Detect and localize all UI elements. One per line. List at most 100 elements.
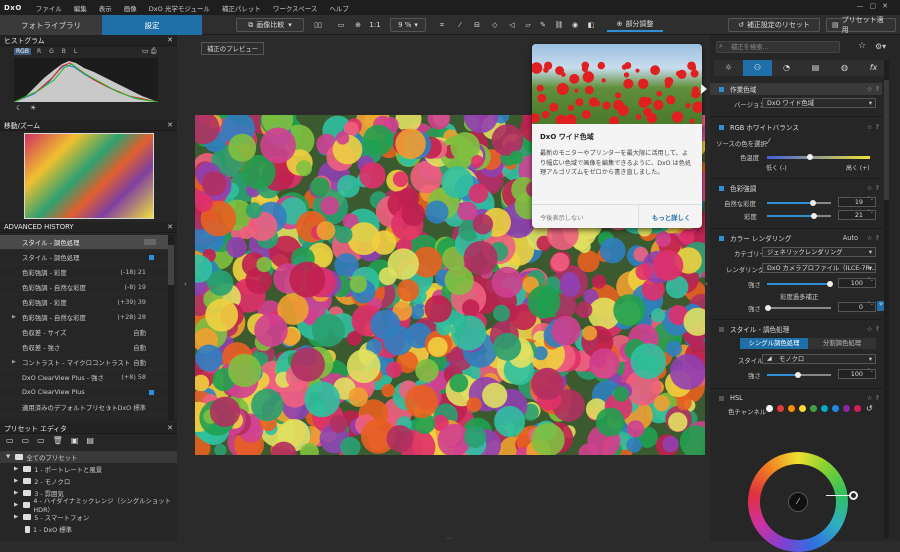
expand-arrow-icon[interactable]: ▶ [14,478,18,484]
history-row[interactable]: スタイル - 調色処理 [0,235,168,250]
apply-preset-button[interactable]: ▤ プリセット適用 [826,16,896,34]
close-icon[interactable]: ✕ [167,121,173,129]
zoom-select[interactable]: 9 % ▾ [390,18,426,32]
expand-arrow-icon[interactable]: ▶ [14,466,18,472]
window-controls[interactable]: —▢✕ [857,2,894,10]
history-row[interactable]: DxO ClearView Plus [0,385,168,400]
history-row[interactable]: 適用済みのデフォルトプリセット 1 - DxO 標準 [0,400,168,415]
tooltip-more-link[interactable]: もっと詳しく [652,213,690,222]
menu-file[interactable]: ファイル [30,3,68,13]
saturation-slider[interactable] [767,213,831,219]
section-toggle[interactable] [719,86,724,92]
eyedropper-icon[interactable]: ⁄ [454,18,466,32]
history-row[interactable]: ▶ コントラスト - マイクロコントラスト 自動 [0,355,168,370]
expand-arrow-icon[interactable]: ▶ [14,490,18,496]
menu-help[interactable]: ヘルプ [323,3,355,13]
section-working-space[interactable]: 作業色域 ☆? [710,83,882,95]
slider-knob[interactable] [827,281,833,287]
oversat-strength-value[interactable]: 0 [838,302,876,312]
oversat-strength-slider[interactable] [765,305,831,311]
menu-palettes[interactable]: 補正パレット [216,3,267,13]
hsl-channel-dot[interactable] [810,405,817,412]
tab-watermark-icon[interactable]: ◍ [830,60,859,76]
tab-detail-icon[interactable]: ◔ [772,60,801,76]
zoom-1to1[interactable]: 1:1 [368,18,382,32]
link-icon[interactable]: ⛓ [553,18,565,32]
section-icons[interactable]: ☆? [867,234,882,242]
repair-icon[interactable]: ✎ [537,18,549,32]
section-icons[interactable]: ☆? [867,123,882,131]
tab-photo-library[interactable]: フォトライブラリ [0,15,102,35]
search-input[interactable]: 補正を検索… [716,41,840,53]
preset-item[interactable]: ▶ 1 - ポートレートと風景 [14,463,174,475]
channel-b[interactable]: B [60,48,68,55]
wheel-eyedropper-icon[interactable]: ⁄ [788,492,808,512]
preset-item[interactable]: ▶ 4 - ハイダイナミックレンジ（シングルショットHDR） [14,497,174,514]
version-dropdown[interactable]: DxO ワイド色域 [762,98,876,108]
section-icons[interactable]: ☆? [867,85,882,93]
preview-label[interactable]: 補正のプレビュー [201,42,265,55]
preset-root-row[interactable]: ▼ 全てのプリセット [0,451,177,463]
rectangle-perspective-icon[interactable]: ▱ [521,18,535,32]
settings-icon[interactable]: ⚙▾ [875,42,886,51]
reset-channel-icon[interactable]: ↺ [866,404,873,413]
style-strength-value[interactable]: 100 [838,369,876,379]
tab-light-icon[interactable]: ☼ [714,60,743,76]
hsl-channel-dot[interactable] [854,405,861,412]
wheel-handle[interactable] [849,491,858,500]
eyedropper-icon[interactable]: ⁄ [768,137,769,146]
history-row[interactable]: ▶ 色彩強調 - 自然な彩度 (+28) 28 [0,310,168,325]
slider-knob[interactable] [765,305,771,311]
moon-icon[interactable]: ☾ [16,104,22,112]
tab-color-icon[interactable]: ⚇ [743,60,772,76]
saturation-value[interactable]: 21 [838,210,876,220]
channel-r[interactable]: R [35,48,43,55]
menu-edit[interactable]: 編集 [68,3,93,13]
style-dropdown[interactable]: モノクロ [762,354,876,364]
close-icon[interactable]: ✕ [167,36,173,44]
hsl-channel-dot[interactable] [777,405,784,412]
single-toning-tab[interactable]: シングル調色処理 [740,338,808,349]
menu-view[interactable]: 表示 [93,3,118,13]
reset-button[interactable]: ↺ 補正設定のリセット [728,18,820,32]
hsl-channel-dot[interactable] [799,405,806,412]
section-toggle[interactable] [719,235,724,241]
section-icons[interactable]: ☆? [867,325,882,333]
section-white-balance[interactable]: RGB ホワイトバランス ☆? [710,121,882,133]
expand-arrow-icon[interactable]: ▶ [12,359,16,365]
expand-arrow-icon[interactable]: ▶ [14,502,18,508]
slider-knob[interactable] [810,213,817,219]
monitor-icon[interactable]: ▭ ⎙ [142,47,156,56]
local-adjust-button[interactable]: ⊕ 部分調整 [607,18,663,32]
section-style-toning[interactable]: スタイル - 調色処理 ☆? [710,323,882,335]
zoom-plus-icon[interactable]: ⊕ [352,18,364,32]
auto-label[interactable]: Auto [843,234,858,242]
hsl-channel-dot[interactable] [843,405,850,412]
section-hsl[interactable]: HSL ☆? [710,392,882,404]
close-icon[interactable]: ✕ [167,424,173,432]
temperature-slider[interactable] [767,154,870,160]
section-color-accent[interactable]: 色彩強調 ☆? [710,182,882,194]
rendering-dropdown[interactable]: DxO カメラプロファイル（ILCE-7R... [762,263,876,273]
section-toggle[interactable] [719,124,724,130]
fit-icon[interactable]: ▭ [334,18,348,32]
favorite-star-icon[interactable]: ☆ [858,41,866,51]
channel-rgb[interactable]: RGB [14,48,31,55]
channel-g[interactable]: G [47,48,56,55]
split-toning-tab[interactable]: 分割調色処理 [808,338,876,349]
right-scrollbar[interactable] [884,60,889,538]
menu-workspace[interactable]: ワークスペース [267,3,324,13]
preset-item[interactable]: ▶ 2 - モノクロ [14,475,174,487]
slider-knob[interactable] [807,154,813,160]
history-row[interactable]: 色彩強調 - 彩度 (-18) 21 [0,265,168,280]
navigator-thumbnail[interactable] [24,133,154,219]
section-color-rendering[interactable]: カラー レンダリング Auto ☆? [710,232,882,244]
history-row[interactable]: 色彩強調 - 彩度 (+39) 39 [0,295,168,310]
history-scrollbar[interactable] [168,235,174,421]
hsl-color-wheel[interactable]: ⁄ [748,452,848,552]
collapse-left-icon[interactable]: ‹ [184,280,187,288]
history-row[interactable]: DxO ClearView Plus - 強さ (+8) 58 [0,370,168,385]
preset-toolbar[interactable]: ▭▭▭🗑▣▤ [6,436,102,445]
section-toggle[interactable] [719,326,724,332]
section-toggle[interactable] [719,185,724,191]
